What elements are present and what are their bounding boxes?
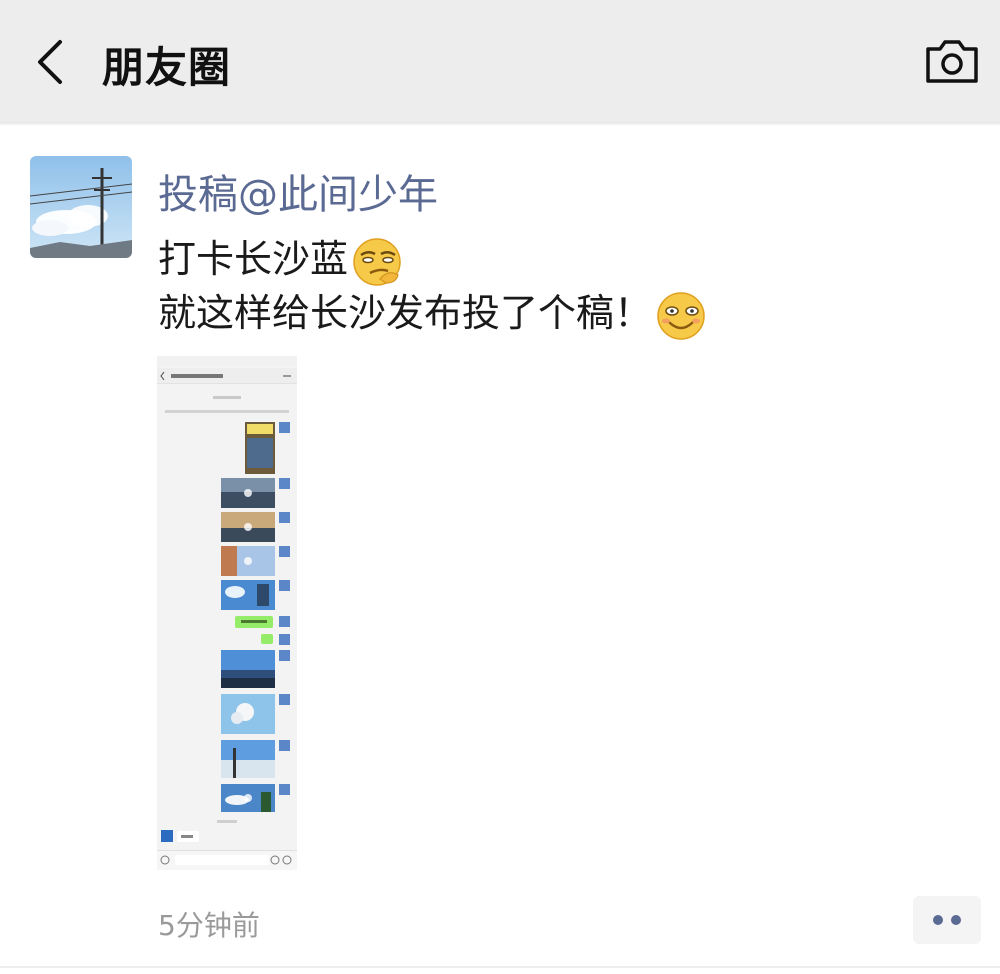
camera-icon[interactable] — [924, 37, 980, 85]
chevron-left-icon[interactable] — [32, 38, 72, 86]
post-text-line-2: 就这样给长沙发布投了个稿！ — [158, 282, 708, 343]
thumbnail-input-bar — [157, 850, 297, 870]
avatar-image — [30, 156, 132, 258]
thumbnail-chat-content — [161, 396, 290, 842]
thumbnail-input-graphic — [160, 855, 292, 865]
post-text-line-1: 打卡长沙蓝 — [158, 228, 404, 289]
avatar[interactable] — [30, 156, 132, 258]
author-name[interactable]: 投稿@此间少年 — [158, 162, 438, 220]
grin-emoji-icon — [657, 291, 705, 340]
post-text-line-1-text: 打卡长沙蓝 — [158, 237, 349, 281]
page-title: 朋友圈 — [102, 43, 232, 92]
top-bar: 朋友圈 — [0, 0, 1000, 122]
more-dot-icon — [951, 915, 961, 925]
more-dot-icon — [933, 915, 943, 925]
smirk-emoji-icon — [353, 237, 401, 286]
post-image-thumbnail[interactable] — [157, 356, 297, 870]
post-timestamp: 5分钟前 — [158, 909, 260, 942]
header-divider — [0, 122, 1000, 126]
more-actions-button[interactable] — [913, 896, 981, 944]
post-text-line-2-text: 就这样给长沙发布投了个稿！ — [158, 291, 653, 335]
post-divider — [0, 966, 1000, 968]
